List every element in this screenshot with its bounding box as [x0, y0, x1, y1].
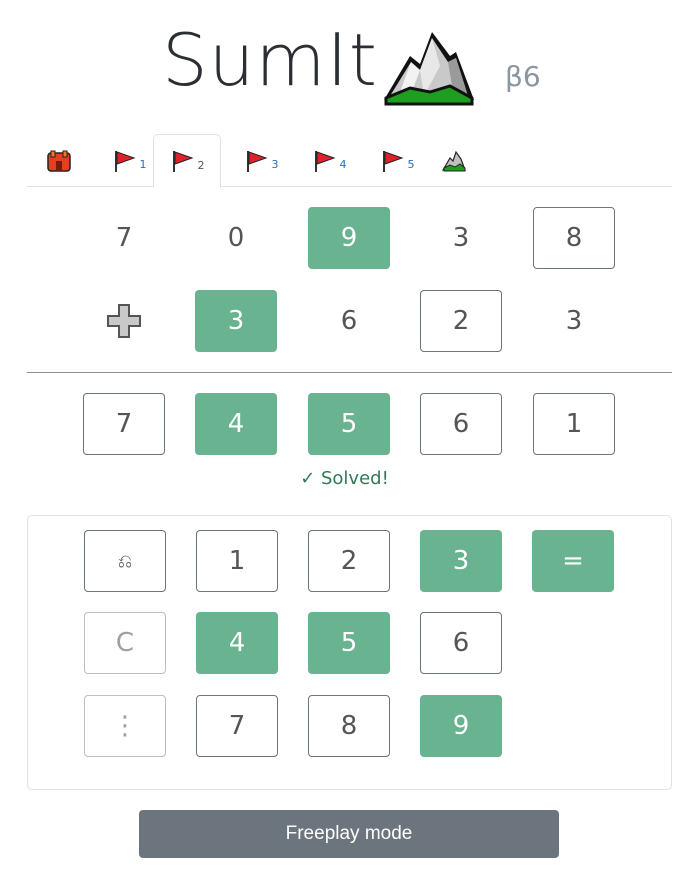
digit-cell[interactable]: 6 — [308, 290, 390, 352]
key-4[interactable]: 4 — [196, 612, 278, 674]
digit-cell[interactable]: 0 — [195, 207, 277, 269]
red-flag-icon — [314, 150, 336, 172]
tab-number: 5 — [407, 158, 415, 171]
tab-level-2[interactable]: 2 — [153, 134, 221, 188]
result-cell[interactable]: 1 — [533, 393, 615, 455]
app-title: SumIt — [162, 18, 378, 102]
key-1[interactable]: 1 — [196, 530, 278, 592]
tab-level-5[interactable]: 5 — [363, 134, 431, 187]
header: SumIt β6 — [0, 0, 689, 120]
clear-button[interactable]: C — [84, 612, 166, 674]
version-label: β6 — [505, 60, 541, 93]
result-cell[interactable]: 7 — [83, 393, 165, 455]
solved-status: ✓ Solved! — [300, 468, 389, 489]
digit-cell[interactable]: 3 — [533, 290, 615, 352]
key-5[interactable]: 5 — [308, 612, 390, 674]
result-cell-selected[interactable]: 4 — [195, 393, 277, 455]
tab-mountain[interactable] — [422, 134, 490, 187]
tab-level-4[interactable]: 4 — [295, 134, 363, 187]
red-flag-icon — [382, 150, 404, 172]
tab-number: 1 — [139, 158, 147, 171]
mountain-icon — [442, 150, 466, 171]
tab-number: 4 — [339, 158, 347, 171]
mountain-logo-icon — [384, 32, 474, 106]
key-2[interactable]: 2 — [308, 530, 390, 592]
plus-operator — [83, 290, 165, 352]
equals-button[interactable]: = — [532, 530, 614, 592]
digit-cell-selected[interactable]: 9 — [308, 207, 390, 269]
freeplay-mode-button[interactable]: Freeplay mode — [139, 810, 559, 858]
undo-button[interactable]: ⎌ — [84, 530, 166, 592]
digit-cell-selected[interactable]: 3 — [195, 290, 277, 352]
result-cell-selected[interactable]: 5 — [308, 393, 390, 455]
more-options-button[interactable]: ⋮ — [84, 695, 166, 757]
digit-cell-boxed[interactable]: 2 — [420, 290, 502, 352]
key-8[interactable]: 8 — [308, 695, 390, 757]
tab-number: 2 — [197, 158, 205, 172]
castle-icon — [47, 150, 71, 172]
digit-cell[interactable]: 3 — [420, 207, 502, 269]
sum-divider — [27, 372, 672, 373]
red-flag-icon — [172, 151, 194, 172]
digit-cell[interactable]: 7 — [83, 207, 165, 269]
key-9[interactable]: 9 — [420, 695, 502, 757]
tab-number: 3 — [271, 158, 279, 171]
tab-castle[interactable] — [27, 134, 95, 187]
red-flag-icon — [114, 150, 136, 172]
tab-level-3[interactable]: 3 — [227, 134, 295, 187]
key-6[interactable]: 6 — [420, 612, 502, 674]
digit-cell-boxed[interactable]: 8 — [533, 207, 615, 269]
key-3[interactable]: 3 — [420, 530, 502, 592]
level-tabs: 1 2 3 4 5 — [27, 134, 672, 188]
plus-icon — [107, 304, 141, 338]
key-7[interactable]: 7 — [196, 695, 278, 757]
red-flag-icon — [246, 150, 268, 172]
result-cell[interactable]: 6 — [420, 393, 502, 455]
